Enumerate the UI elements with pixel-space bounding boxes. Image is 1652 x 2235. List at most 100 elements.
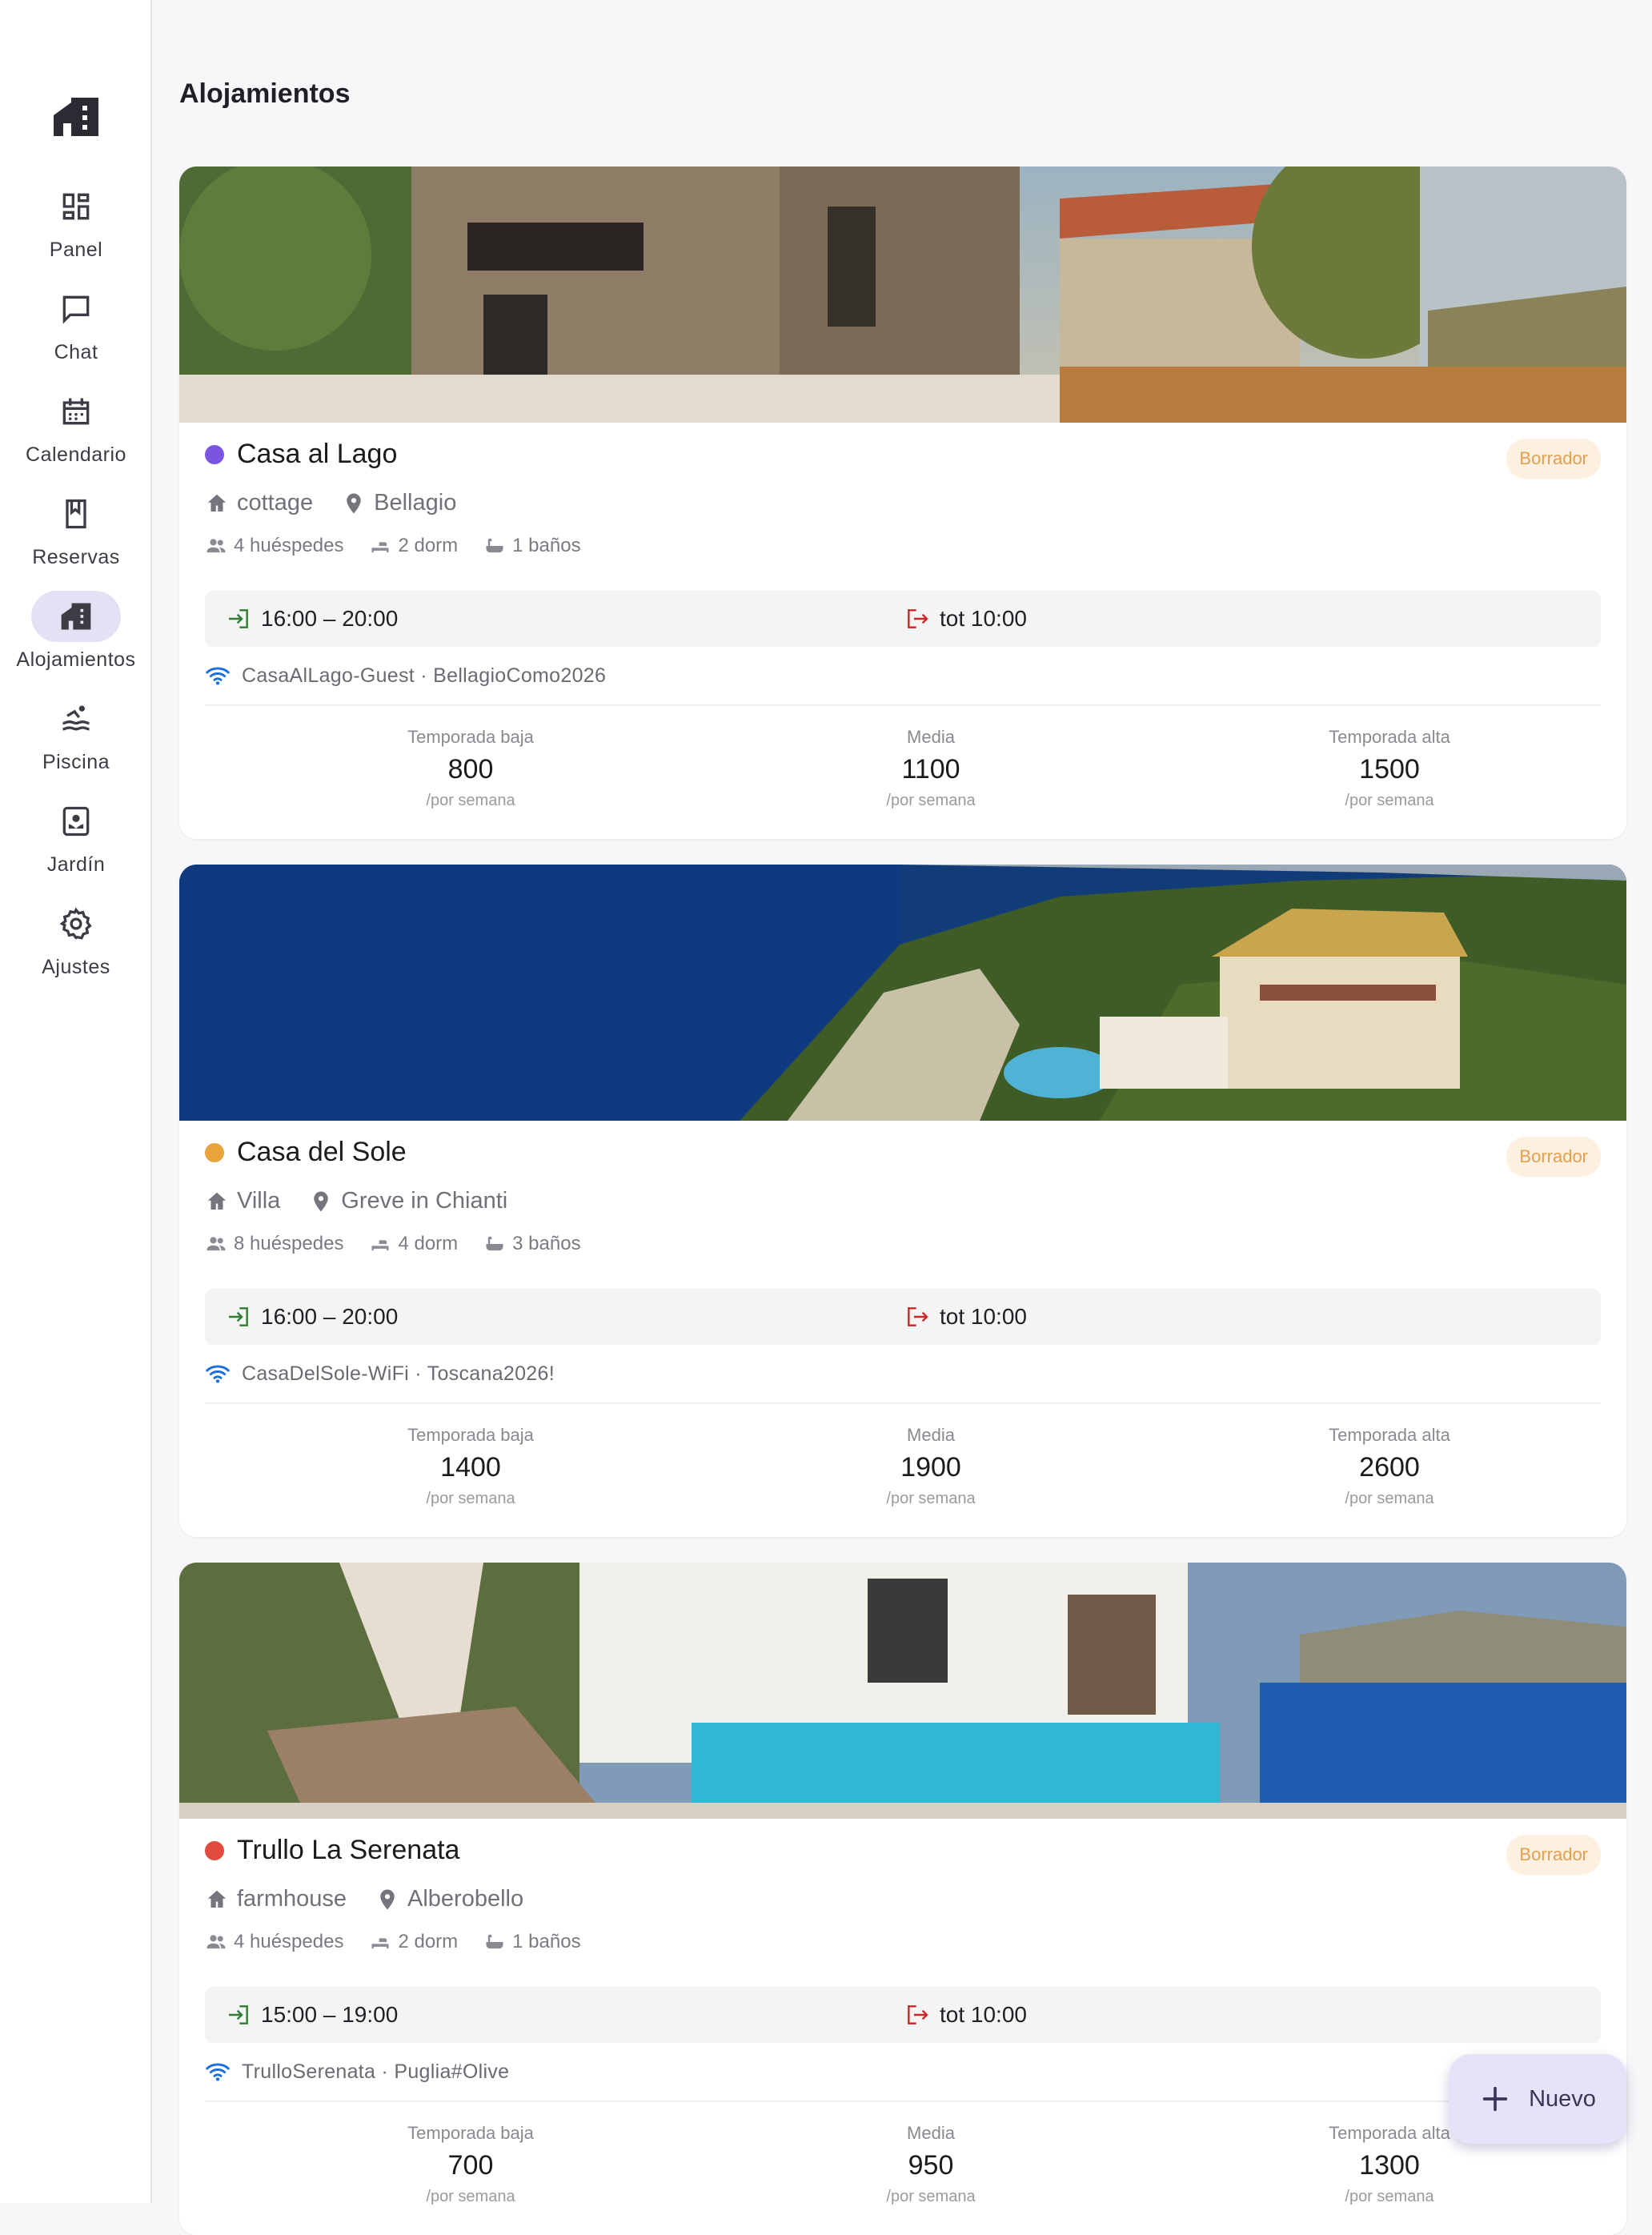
- meta-row: Villa Greve in Chianti: [205, 1188, 507, 1214]
- sidebar-item-label: Panel: [49, 239, 103, 261]
- wifi-icon: [206, 1365, 230, 1383]
- dashboard-icon: [31, 181, 121, 232]
- property-name[interactable]: Casa al Lago: [237, 439, 397, 470]
- sidebar: Panel Chat Calendario Reservas Alojamien…: [0, 0, 152, 2203]
- bed-icon: [371, 1936, 389, 1949]
- divider: [205, 1402, 1601, 1404]
- wifi-credentials: TrulloSerenata · Puglia#Olive: [242, 2060, 510, 2083]
- property-location: Alberobello: [407, 1886, 524, 1912]
- price-value: 1500: [1359, 754, 1420, 784]
- property-type: Villa: [237, 1188, 281, 1214]
- price-high: Temporada alta 2600 /por semana: [1229, 1425, 1550, 1508]
- price-mid: Media 1100 /por semana: [771, 727, 1091, 810]
- divider: [205, 704, 1601, 706]
- property-location: Greve in Chianti: [341, 1188, 508, 1214]
- price-mid: Media 1900 /por semana: [771, 1425, 1091, 1508]
- price-label: Temporada alta: [1329, 727, 1450, 747]
- property-name[interactable]: Trullo La Serenata: [237, 1835, 459, 1866]
- new-property-button[interactable]: Nuevo: [1449, 2054, 1626, 2144]
- calendar-icon: [31, 386, 121, 437]
- property-type: farmhouse: [237, 1886, 347, 1912]
- stats-row: 4 huéspedes 2 dorm 1 baños: [205, 535, 581, 557]
- bathrooms-count: 3 baños: [512, 1233, 581, 1254]
- price-value: 950: [908, 2150, 954, 2181]
- checkout-time: tot 10:00: [904, 1987, 1027, 2043]
- bed-icon: [371, 1238, 389, 1251]
- price-unit: /por semana: [886, 1490, 976, 1507]
- status-badge: Borrador: [1506, 1137, 1601, 1177]
- logo-house-icon[interactable]: [50, 94, 102, 139]
- sidebar-item-alojamientos[interactable]: Alojamientos: [0, 591, 152, 679]
- price-unit: /por semana: [426, 792, 515, 809]
- price-label: Temporada baja: [407, 1425, 534, 1445]
- stats-row: 4 huéspedes 2 dorm 1 baños: [205, 1931, 581, 1953]
- price-mid: Media 950 /por semana: [771, 2123, 1091, 2206]
- price-value: 1300: [1359, 2150, 1420, 2181]
- chat-icon: [31, 283, 121, 335]
- price-low: Temporada baja 700 /por semana: [311, 2123, 631, 2206]
- meta-row: cottage Bellagio: [205, 490, 456, 516]
- garden-icon: [31, 796, 121, 847]
- checkout-value: tot 10:00: [940, 2002, 1027, 2027]
- logout-icon: [908, 2005, 928, 2024]
- price-unit: /por semana: [886, 792, 976, 809]
- plus-icon: [1482, 2086, 1508, 2112]
- sidebar-item-jardin[interactable]: Jardín: [0, 796, 152, 884]
- pool-icon: [31, 693, 121, 744]
- price-value: 2600: [1359, 1452, 1420, 1483]
- wifi-icon: [206, 667, 230, 685]
- sidebar-item-panel[interactable]: Panel: [0, 181, 152, 269]
- page-title: Alojamientos: [179, 78, 351, 109]
- sidebar-item-label: Jardín: [46, 853, 106, 876]
- price-unit: /por semana: [1345, 2188, 1434, 2205]
- checkin-time: 16:00 – 20:00: [226, 591, 398, 647]
- sidebar-item-reservas[interactable]: Reservas: [0, 488, 152, 576]
- home-icon: [207, 1890, 227, 1908]
- price-label: Media: [907, 1425, 955, 1445]
- price-unit: /por semana: [886, 2188, 976, 2205]
- price-label: Media: [907, 2123, 955, 2143]
- wifi-icon: [206, 2063, 230, 2081]
- wifi-credentials: CasaAlLago-Guest · BellagioComo2026: [242, 664, 607, 687]
- property-card[interactable]: Trullo La Serenata Borrador farmhouse Al…: [179, 1563, 1626, 2235]
- property-name[interactable]: Casa del Sole: [237, 1137, 407, 1168]
- property-card[interactable]: Casa del Sole Borrador Villa Greve in Ch…: [179, 865, 1626, 1537]
- checkout-time: tot 10:00: [904, 1289, 1027, 1345]
- guests-icon: [206, 1237, 226, 1251]
- location-pin-icon: [347, 493, 361, 513]
- title-row: Trullo La Serenata: [205, 1835, 459, 1866]
- price-unit: /por semana: [1345, 1490, 1434, 1507]
- price-low: Temporada baja 1400 /por semana: [311, 1425, 631, 1508]
- sidebar-item-ajustes[interactable]: Ajustes: [0, 898, 152, 986]
- sidebar-item-piscina[interactable]: Piscina: [0, 693, 152, 781]
- guests-icon: [206, 539, 226, 553]
- bathtub-icon: [486, 538, 503, 553]
- guests-count: 8 huéspedes: [234, 1233, 344, 1254]
- bedrooms-count: 2 dorm: [398, 535, 459, 556]
- home-icon: [207, 494, 227, 512]
- title-row: Casa del Sole: [205, 1137, 407, 1168]
- price-value: 1400: [440, 1452, 501, 1483]
- sidebar-item-label: Alojamientos: [16, 648, 136, 671]
- status-badge: Borrador: [1506, 439, 1601, 479]
- sidebar-item-chat[interactable]: Chat: [0, 283, 152, 371]
- wifi-row: CasaAlLago-Guest · BellagioComo2026: [205, 663, 606, 688]
- price-unit: /por semana: [426, 2188, 515, 2205]
- checkin-checkout-bar: 16:00 – 20:00 tot 10:00: [205, 591, 1601, 647]
- status-badge: Borrador: [1506, 1835, 1601, 1875]
- color-dot: [205, 1840, 224, 1860]
- home-icon: [207, 1192, 227, 1210]
- guests-count: 4 huéspedes: [234, 535, 344, 556]
- color-dot: [205, 1142, 224, 1162]
- sidebar-item-calendario[interactable]: Calendario: [0, 386, 152, 474]
- bathtub-icon: [486, 1934, 503, 1949]
- title-row: Casa al Lago: [205, 439, 397, 470]
- meta-row: farmhouse Alberobello: [205, 1886, 523, 1912]
- sidebar-item-label: Piscina: [42, 751, 110, 773]
- price-table: Temporada baja 1400 /por semana Media 19…: [205, 1425, 1601, 1521]
- property-card[interactable]: Casa al Lago Borrador cottage Bellagio 4…: [179, 167, 1626, 839]
- property-photo: [179, 1563, 1626, 1819]
- price-value: 1900: [900, 1452, 961, 1483]
- price-label: Media: [907, 727, 955, 747]
- price-unit: /por semana: [1345, 792, 1434, 809]
